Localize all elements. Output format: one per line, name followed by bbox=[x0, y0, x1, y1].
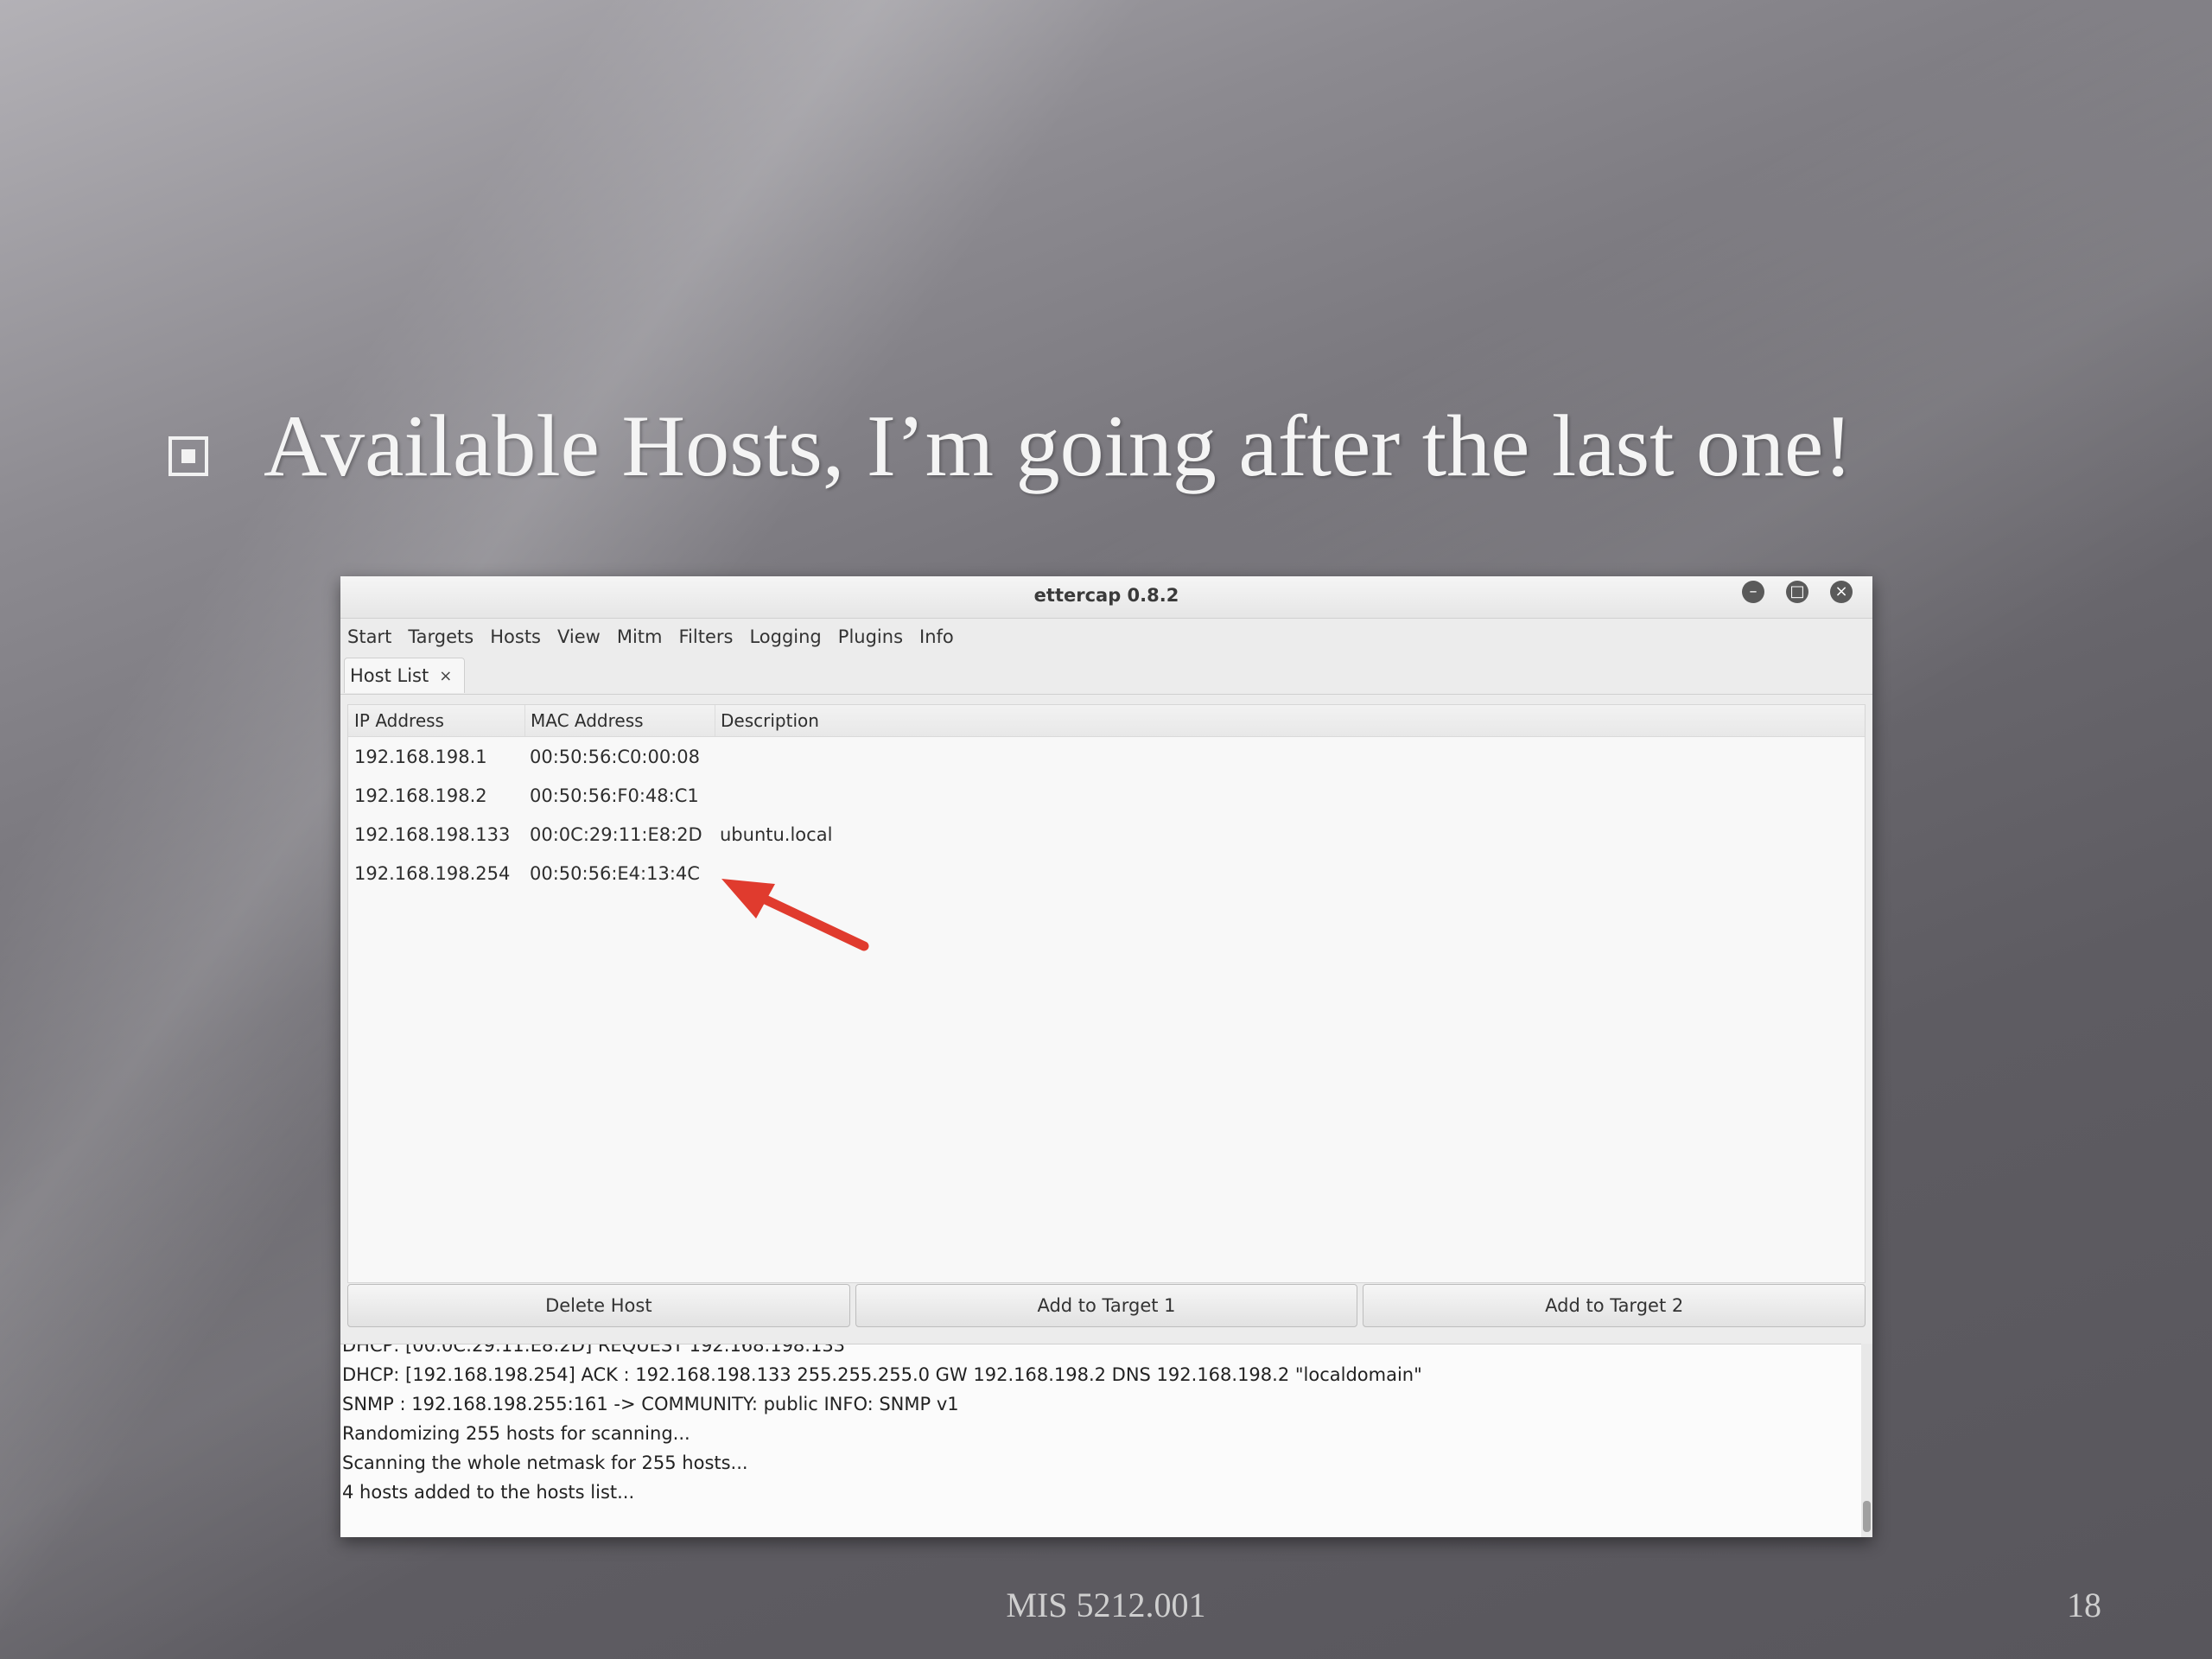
column-header-mac[interactable]: MAC Address bbox=[524, 705, 715, 736]
add-to-target-2-button[interactable]: Add to Target 2 bbox=[1363, 1284, 1866, 1327]
menu-filters[interactable]: Filters bbox=[679, 626, 734, 647]
menu-plugins[interactable]: Plugins bbox=[838, 626, 903, 647]
tabbar: Host List × bbox=[340, 656, 1872, 695]
menubar: Start Targets Hosts View Mitm Filters Lo… bbox=[340, 618, 1872, 656]
footer-course: MIS 5212.001 bbox=[1006, 1586, 1206, 1624]
tab-close-icon[interactable]: × bbox=[439, 667, 452, 685]
menu-targets[interactable]: Targets bbox=[408, 626, 474, 647]
log-line: Scanning the whole netmask for 255 hosts… bbox=[342, 1452, 748, 1473]
cell-mac: 00:50:56:E4:13:4C bbox=[530, 862, 700, 884]
table-row[interactable]: 192.168.198.254 00:50:56:E4:13:4C bbox=[348, 854, 1865, 893]
cell-description: ubuntu.local bbox=[720, 823, 833, 845]
cell-ip: 192.168.198.133 bbox=[354, 823, 511, 845]
log-line: DHCP: [192.168.198.254] ACK : 192.168.19… bbox=[342, 1364, 1422, 1385]
menu-hosts[interactable]: Hosts bbox=[490, 626, 541, 647]
ettercap-window: ettercap 0.8.2 – □ × Start Targets Hosts… bbox=[340, 576, 1872, 1537]
log-line: 4 hosts added to the hosts list... bbox=[342, 1482, 635, 1503]
window-titlebar: ettercap 0.8.2 – □ × bbox=[340, 576, 1872, 619]
log-line: Randomizing 255 hosts for scanning... bbox=[342, 1423, 690, 1444]
menu-mitm[interactable]: Mitm bbox=[617, 626, 663, 647]
tab-label: Host List bbox=[350, 665, 429, 686]
column-header-ip[interactable]: IP Address bbox=[348, 705, 524, 736]
scrollbar-thumb[interactable] bbox=[1863, 1501, 1871, 1532]
add-to-target-1-button[interactable]: Add to Target 1 bbox=[855, 1284, 1358, 1327]
table-row[interactable]: 192.168.198.1 00:50:56:C0:00:08 bbox=[348, 737, 1865, 776]
cell-mac: 00:50:56:C0:00:08 bbox=[530, 746, 701, 767]
cell-ip: 192.168.198.254 bbox=[354, 862, 511, 884]
cell-ip: 192.168.198.2 bbox=[354, 785, 487, 806]
log-pane[interactable]: DHCP: [00:0C:29:11:E8:2D] REQUEST 192.16… bbox=[340, 1344, 1861, 1537]
minimize-icon[interactable]: – bbox=[1742, 581, 1764, 603]
menu-info[interactable]: Info bbox=[919, 626, 954, 647]
page-number: 18 bbox=[2067, 1586, 2101, 1624]
column-header-description[interactable]: Description bbox=[715, 705, 1865, 736]
cell-mac: 00:0C:29:11:E8:2D bbox=[530, 823, 702, 845]
slide-title: Available Hosts, I’m going after the las… bbox=[264, 397, 1853, 495]
maximize-icon[interactable]: □ bbox=[1786, 581, 1808, 603]
cell-ip: 192.168.198.1 bbox=[354, 746, 487, 767]
log-line: SNMP : 192.168.198.255:161 -> COMMUNITY:… bbox=[342, 1394, 959, 1414]
menu-start[interactable]: Start bbox=[347, 626, 391, 647]
delete-host-button[interactable]: Delete Host bbox=[347, 1284, 850, 1327]
bullet-icon bbox=[168, 436, 208, 476]
table-row[interactable]: 192.168.198.2 00:50:56:F0:48:C1 bbox=[348, 776, 1865, 815]
red-arrow-icon bbox=[721, 879, 869, 951]
host-list: IP Address MAC Address Description 192.1… bbox=[347, 704, 1866, 1283]
menu-logging[interactable]: Logging bbox=[749, 626, 821, 647]
window-title: ettercap 0.8.2 bbox=[1033, 585, 1179, 606]
log-line: DHCP: [00:0C:29:11:E8:2D] REQUEST 192.16… bbox=[342, 1344, 846, 1356]
table-row[interactable]: 192.168.198.133 00:0C:29:11:E8:2D ubuntu… bbox=[348, 815, 1865, 854]
list-header: IP Address MAC Address Description bbox=[348, 705, 1865, 737]
log-scrollbar[interactable] bbox=[1861, 1344, 1872, 1537]
close-icon[interactable]: × bbox=[1830, 581, 1853, 603]
tab-host-list[interactable]: Host List × bbox=[344, 658, 466, 693]
menu-view[interactable]: View bbox=[557, 626, 601, 647]
cell-mac: 00:50:56:F0:48:C1 bbox=[530, 785, 699, 806]
action-buttons: Delete Host Add to Target 1 Add to Targe… bbox=[347, 1281, 1866, 1328]
